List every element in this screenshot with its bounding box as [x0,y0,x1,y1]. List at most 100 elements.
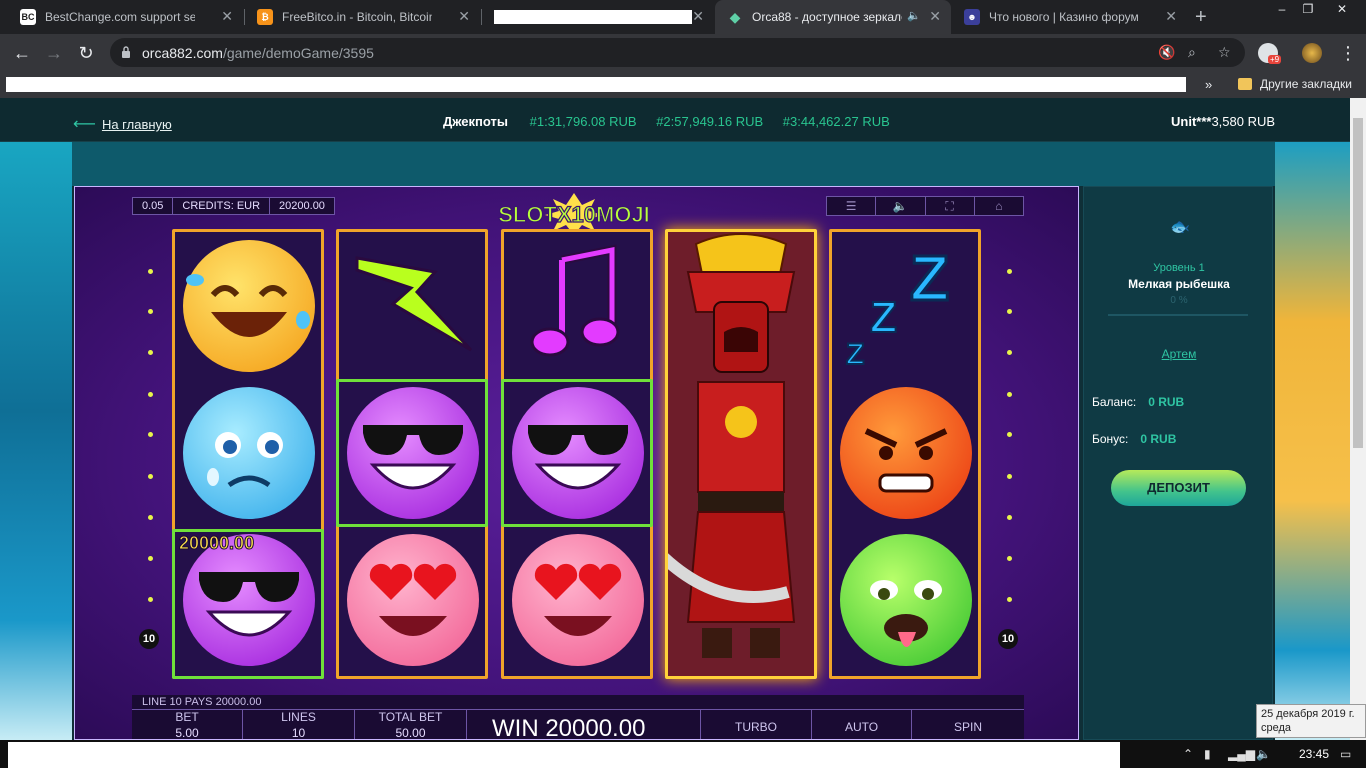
lines-control[interactable]: LINES 10 [243,710,355,740]
sick-emoji [840,534,972,666]
bookmarks-overflow-button[interactable]: » [1205,77,1212,92]
mute-icon[interactable]: 🔈 [907,9,921,22]
bitcoin-icon: ₿ [257,9,273,25]
sound-icon[interactable]: 🔈 [876,197,926,215]
page-scrollbar[interactable] [1350,98,1366,740]
address-bar[interactable]: orca882.com/game/demoGame/3595 🔇 ⌕ ☆ [110,38,1245,67]
sleeping-zzz-symbol: ZZZ [840,240,972,373]
scrollbar-thumb[interactable] [1353,118,1363,448]
payline-marker [148,350,153,355]
payline-number-right: 10 [998,629,1018,649]
reload-button[interactable]: ↻ [74,42,98,66]
close-icon[interactable]: ✕ [221,9,233,23]
redacted-bookmarks [6,77,1186,92]
turbo-button[interactable]: TURBO [700,710,812,739]
tab-forum[interactable]: ☻ Что нового | Казино форум Sm ✕ [952,0,1187,34]
date-tooltip-date: 25 декабря 2019 г. [1261,708,1355,720]
network-icon[interactable]: ▂▄▆ [1228,747,1255,761]
fish-icon: 🐟 [1170,219,1190,236]
credits-value: 20200.00 [279,200,325,212]
level-name: Мелкая рыбешка [1128,277,1230,291]
zoom-icon[interactable]: ⌕ [1188,44,1196,61]
bet-control[interactable]: BET 5.00 [132,710,243,739]
home-icon[interactable]: ⌂ [975,197,1023,215]
win-highlight [501,379,653,527]
win-display: WIN 20000.00 [492,715,646,740]
tab-orca88[interactable]: ◆ Orca88 - доступное зеркало 🔈 ✕ [715,0,951,34]
balance-row: Баланс: 0 RUB [1092,395,1184,409]
heart-eyes-emoji [347,534,479,666]
back-button[interactable]: ← [10,42,34,66]
bonus-row: Бонус: 0 RUB [1092,432,1176,446]
tab-freebitco[interactable]: ₿ FreeBitco.in - Bitcoin, Bitcoin Price … [245,0,480,34]
bonus-value: 0 RUB [1140,432,1177,446]
tab-title: Что нового | Казино форум Sm [989,10,1139,24]
close-icon[interactable]: ✕ [458,9,470,23]
total-bet-display: TOTAL BET 50.00 [355,710,467,739]
jackpot-1: #1:31,796.08 RUB [529,114,637,129]
browser-menu-icon[interactable]: ⋮ [1336,42,1360,66]
background-art-right [1275,142,1350,740]
bookmark-star-icon[interactable]: ☆ [1218,44,1231,61]
win-amount-overlay: 20000.00 [178,533,255,554]
bookmarks-bar: » Другие закладки [0,72,1366,98]
url-path: /game/demoGame/3595 [222,45,374,61]
tab-bestchange[interactable]: BC BestChange.com support service ✕ [8,0,243,34]
spin-button[interactable]: SPIN [912,710,1024,739]
tab-redacted[interactable]: ✕ [482,0,714,34]
sick-face-graphic [870,580,942,647]
notifications-icon[interactable]: ▭ [1340,747,1351,761]
user-info[interactable]: Unit***3,580 RUB [1171,114,1275,129]
lines-value: 10 [291,726,306,740]
tab-title: FreeBitco.in - Bitcoin, Bitcoin Price [282,10,432,24]
restore-button[interactable]: ❐ [1292,0,1324,18]
level-progress-text: 0 % [1170,295,1188,306]
balance-label: Баланс: [1092,395,1137,409]
url-text[interactable]: orca882.com/game/demoGame/3595 [142,45,374,61]
fullscreen-icon[interactable]: ⛶ [926,197,975,215]
level-label: Уровень 1 [1153,262,1205,274]
arrow-left-icon: ⟵ [73,116,96,133]
back-label: На главную [101,117,172,132]
other-bookmarks[interactable]: Другие закладки [1260,77,1352,91]
new-tab-button[interactable]: + [1195,6,1207,29]
menu-icon[interactable]: ☰ [827,197,877,215]
lightning-graphic [355,256,473,352]
redacted-title [494,10,692,24]
battery-icon[interactable]: ▮ [1204,747,1211,761]
forward-button[interactable]: → [42,42,66,66]
jackpot-2: #2:57,949.16 RUB [656,114,764,129]
tab-title: Orca88 - доступное зеркало [752,10,902,24]
zzz-graphic: ZZZ [845,241,951,373]
logo-text: SLOTX10MOJI [498,202,650,227]
back-to-home-link[interactable]: ⟵ На главную [73,114,172,134]
svg-text:Z: Z [870,293,897,342]
extension-badge: +9 [1268,55,1282,64]
credits-label: CREDITS: EUR [173,198,271,214]
taskbar-clock[interactable]: 23:45 [1299,747,1329,761]
window-close-button[interactable]: ✕ [1326,0,1358,18]
jackpots: Джекпоты #1:31,796.08 RUB #2:57,949.16 R… [443,114,906,129]
tray-overflow-icon[interactable]: ⌃ [1183,747,1193,761]
profile-avatar[interactable] [1302,43,1322,63]
profile-username-link[interactable]: Артем [1084,347,1274,361]
payline-marker [1007,309,1012,314]
deposit-button[interactable]: ДЕПОЗИТ [1111,470,1246,506]
payline-marker [1007,515,1012,520]
tab-title: BestChange.com support service [45,10,195,24]
close-icon[interactable]: ✕ [1165,9,1177,23]
heart-eyes-graphic [534,563,622,636]
volume-icon[interactable]: 🔈 [1256,747,1271,761]
close-icon[interactable]: ✕ [692,9,704,23]
folder-icon [1238,78,1252,90]
slot-game-canvas[interactable]: 0.05 CREDITS: EUR 20200.00 SLOTX10MOJI ☰ 🔈… [74,186,1079,740]
close-icon[interactable]: ✕ [929,9,941,23]
sound-blocked-icon[interactable]: 🔇 [1158,44,1175,61]
date-tooltip: 25 декабря 2019 г. среда [1256,704,1366,738]
balance-value: 0 RUB [1148,395,1185,409]
game-toolbar: ☰ 🔈 ⛶ ⌂ [826,196,1024,216]
background-art-left [0,142,72,740]
crying-face-graphic [207,432,283,488]
orca-icon: ◆ [729,8,741,25]
auto-button[interactable]: AUTO [812,710,912,739]
